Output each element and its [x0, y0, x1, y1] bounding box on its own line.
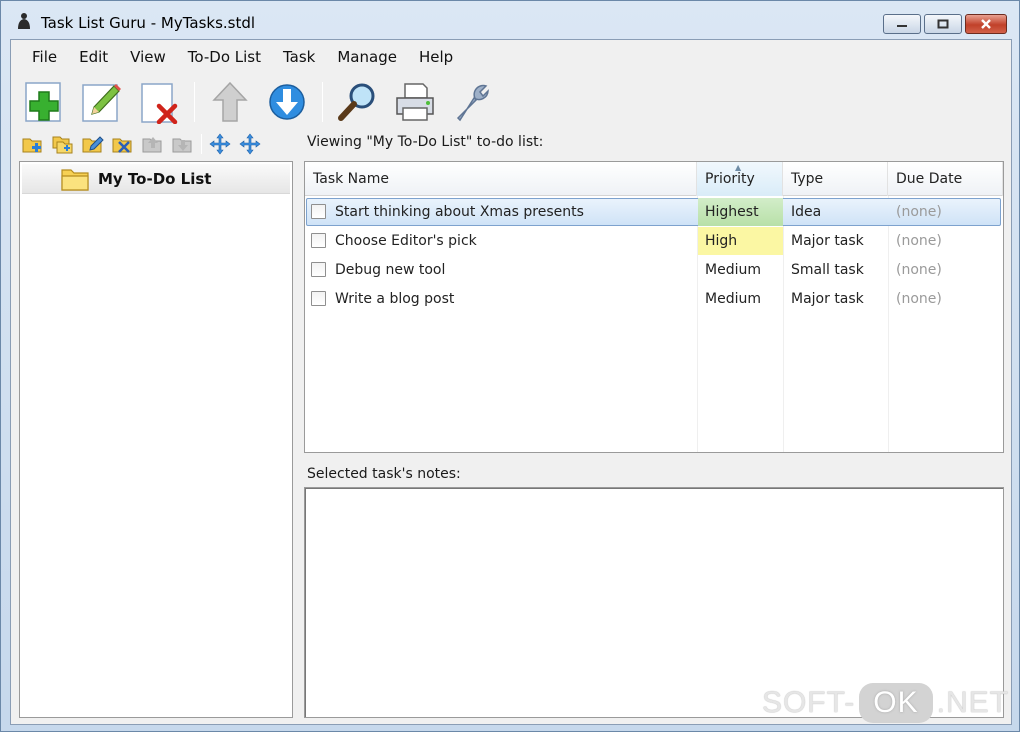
- todo-list-tree[interactable]: My To-Do List: [19, 161, 293, 718]
- move-list-down-icon: [172, 138, 192, 153]
- move-up-button[interactable]: [206, 78, 254, 126]
- settings-wrench-icon: [456, 84, 489, 122]
- column-header-task-name[interactable]: Task Name: [305, 162, 697, 196]
- priority-cell: Medium: [705, 262, 761, 278]
- folder-icon: [61, 169, 89, 191]
- panel-splitter[interactable]: [295, 130, 303, 720]
- menu-manage[interactable]: Manage: [326, 48, 408, 66]
- toolbar-separator: [194, 82, 195, 122]
- toolbar-separator: [322, 82, 323, 122]
- priority-cell: High: [698, 227, 783, 255]
- type-cell: Small task: [791, 262, 864, 278]
- menu-help[interactable]: Help: [408, 48, 464, 66]
- print-icon: [396, 83, 434, 121]
- task-checkbox[interactable]: [311, 291, 326, 306]
- close-button[interactable]: [965, 14, 1007, 34]
- watermark-right: .NET: [936, 686, 1009, 719]
- move-list-icon: [209, 133, 231, 155]
- search-icon: [338, 83, 375, 121]
- task-checkbox[interactable]: [311, 262, 326, 277]
- add-task-icon: [25, 82, 61, 122]
- new-list-button[interactable]: [21, 132, 45, 156]
- move-up-icon: [212, 81, 248, 122]
- menu-todo-list[interactable]: To-Do List: [177, 48, 272, 66]
- table-row[interactable]: Write a blog post Medium Major task (non…: [305, 285, 1003, 314]
- priority-cell: Medium: [705, 291, 761, 307]
- print-button[interactable]: [391, 78, 439, 126]
- close-icon: [981, 19, 991, 29]
- tree-item-label: My To-Do List: [98, 169, 212, 188]
- title-bar[interactable]: Task List Guru - MyTasks.stdl: [1, 1, 1019, 39]
- move-down-button[interactable]: [263, 78, 311, 126]
- move-list-alt-icon: [239, 133, 261, 155]
- list-toolbar: [21, 132, 262, 156]
- watermark-left: SOFT-: [761, 686, 856, 719]
- column-header-type[interactable]: Type: [783, 162, 888, 196]
- grid-header: Task Name ▲ Priority Type Due Date: [305, 162, 1003, 196]
- move-list-button[interactable]: [208, 132, 232, 156]
- due-date-cell: (none): [896, 233, 942, 249]
- edit-task-icon: [82, 84, 121, 122]
- edit-list-icon: [82, 136, 104, 153]
- menu-task[interactable]: Task: [272, 48, 326, 66]
- move-list-up-icon: [142, 137, 162, 153]
- move-list-up-button[interactable]: [141, 132, 165, 156]
- delete-task-icon: [141, 83, 178, 124]
- type-cell: Idea: [791, 204, 822, 220]
- task-grid[interactable]: Task Name ▲ Priority Type Due Date Start…: [304, 161, 1004, 453]
- table-row[interactable]: Debug new tool Medium Small task (none): [305, 256, 1003, 285]
- new-sublist-icon: [52, 136, 73, 154]
- move-down-icon: [269, 84, 305, 120]
- type-cell: Major task: [791, 291, 864, 307]
- watermark-middle: OK: [859, 683, 933, 723]
- menu-file[interactable]: File: [21, 48, 68, 66]
- restore-button[interactable]: [924, 14, 962, 34]
- priority-cell: Highest: [698, 198, 783, 226]
- task-name-cell: Start thinking about Xmas presents: [335, 204, 584, 220]
- search-button[interactable]: [334, 78, 382, 126]
- settings-button[interactable]: [448, 78, 496, 126]
- watermark: SOFT- OK .NET: [762, 683, 1009, 723]
- minimize-icon: [897, 25, 907, 27]
- edit-task-button[interactable]: [78, 78, 126, 126]
- type-cell: Major task: [791, 233, 864, 249]
- menu-view[interactable]: View: [119, 48, 177, 66]
- move-list-alt-button[interactable]: [238, 132, 262, 156]
- viewing-label: Viewing "My To-Do List" to-do list:: [307, 134, 544, 150]
- column-header-due-date[interactable]: Due Date: [888, 162, 1003, 196]
- add-task-button[interactable]: [21, 78, 69, 126]
- tree-item-my-todo-list[interactable]: My To-Do List: [22, 164, 290, 194]
- task-name-cell: Debug new tool: [335, 262, 446, 278]
- menu-bar: File Edit View To-Do List Task Manage He…: [11, 40, 1011, 74]
- task-checkbox[interactable]: [311, 233, 326, 248]
- app-window: Task List Guru - MyTasks.stdl File Edit …: [0, 0, 1020, 732]
- main-toolbar: [21, 78, 496, 126]
- client-area: File Edit View To-Do List Task Manage He…: [10, 39, 1012, 725]
- delete-task-button[interactable]: [135, 78, 183, 126]
- due-date-cell: (none): [896, 262, 942, 278]
- table-row[interactable]: Start thinking about Xmas presents Highe…: [305, 198, 1003, 227]
- app-icon: [18, 13, 30, 29]
- minimize-button[interactable]: [883, 14, 921, 34]
- delete-list-icon: [112, 138, 132, 153]
- table-row[interactable]: Choose Editor's pick High Major task (no…: [305, 227, 1003, 256]
- menu-edit[interactable]: Edit: [68, 48, 119, 66]
- edit-list-button[interactable]: [81, 132, 105, 156]
- task-name-cell: Write a blog post: [335, 291, 455, 307]
- new-sublist-button[interactable]: [51, 132, 75, 156]
- due-date-cell: (none): [896, 204, 942, 220]
- notes-label: Selected task's notes:: [307, 466, 461, 482]
- move-list-down-button[interactable]: [171, 132, 195, 156]
- column-header-priority-label: Priority: [705, 171, 755, 187]
- new-list-icon: [22, 138, 42, 153]
- task-name-cell: Choose Editor's pick: [335, 233, 477, 249]
- sort-ascending-icon: ▲: [735, 163, 742, 172]
- delete-list-button[interactable]: [111, 132, 135, 156]
- window-title: Task List Guru - MyTasks.stdl: [41, 14, 256, 32]
- due-date-cell: (none): [896, 291, 942, 307]
- toolbar-separator: [201, 134, 202, 154]
- column-header-priority[interactable]: ▲ Priority: [697, 162, 783, 196]
- restore-icon: [937, 19, 949, 29]
- task-checkbox[interactable]: [311, 204, 326, 219]
